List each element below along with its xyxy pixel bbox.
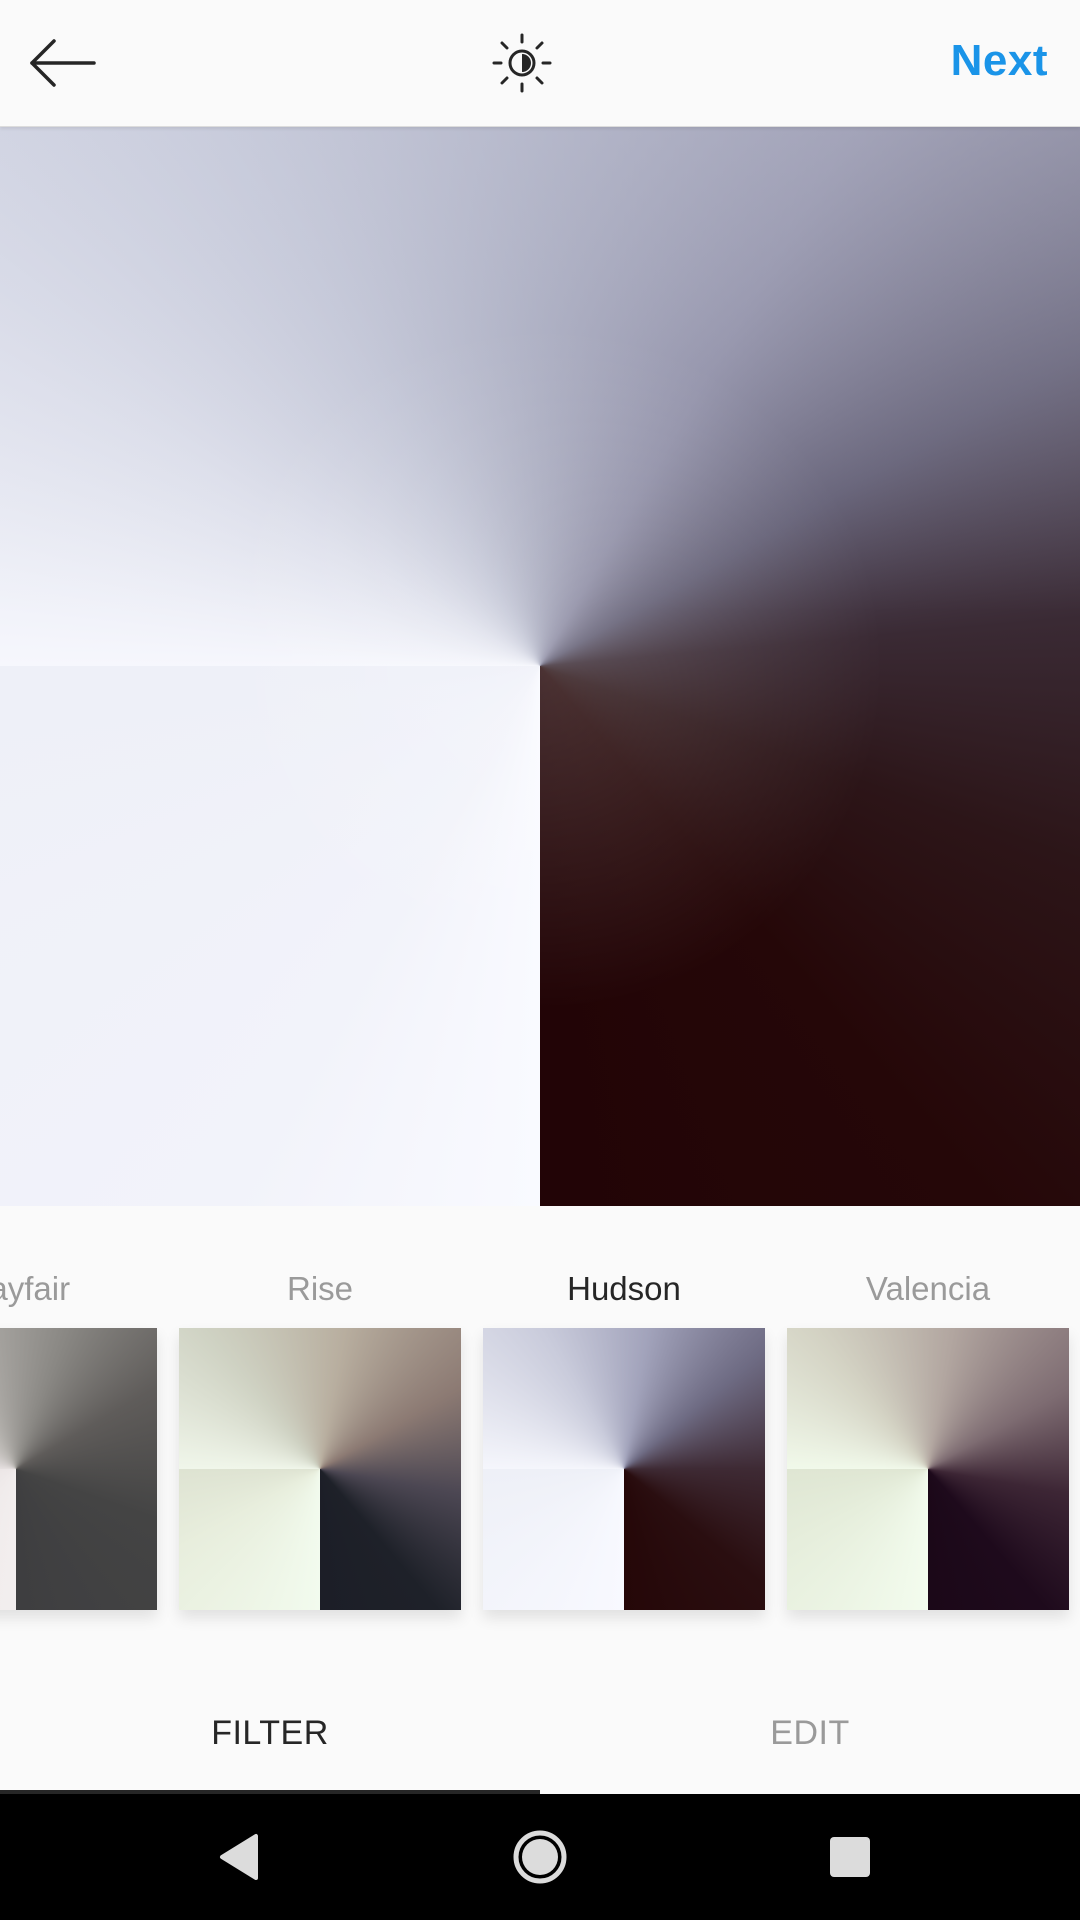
nav-recents-button[interactable] <box>815 1822 885 1892</box>
filter-thumbnail[interactable] <box>0 1328 157 1610</box>
nav-back-icon <box>220 1834 258 1880</box>
bottom-tabs: FILTER EDIT <box>0 1676 1080 1794</box>
filter-label: Hudson <box>567 1270 681 1307</box>
filter-item-mayfair[interactable]: Mayfair <box>0 1206 157 1626</box>
filter-thumbnail[interactable] <box>483 1328 765 1610</box>
photo-preview-shading <box>0 126 1080 1206</box>
next-button[interactable]: Next <box>951 36 1048 86</box>
nav-home-button[interactable] <box>505 1822 575 1892</box>
filter-label: Mayfair <box>0 1270 71 1307</box>
photo-preview <box>0 126 1080 1206</box>
nav-home-icon <box>513 1830 567 1884</box>
brightness-contrast-icon <box>492 33 552 93</box>
filter-thumbnail[interactable] <box>179 1328 461 1610</box>
filter-label: Rise <box>286 1270 354 1307</box>
tab-edit[interactable]: EDIT <box>540 1676 1080 1790</box>
back-button[interactable] <box>24 30 98 96</box>
filter-item-hudson[interactable]: Hudson <box>483 1206 765 1626</box>
top-bar: Next <box>0 0 1080 127</box>
filter-label: Valencia <box>865 1270 991 1307</box>
nav-back-button[interactable] <box>204 1822 274 1892</box>
tab-filter[interactable]: FILTER <box>0 1676 540 1790</box>
filter-strip[interactable]: Mayfair Rise Hudson Valencia <box>0 1206 1080 1636</box>
arrow-left-icon <box>30 39 96 87</box>
filter-item-rise[interactable]: Rise <box>179 1206 461 1626</box>
system-nav-bar <box>0 1794 1080 1920</box>
brightness-button[interactable] <box>488 32 556 94</box>
filter-thumbnail[interactable] <box>787 1328 1069 1610</box>
nav-recents-icon <box>830 1837 870 1877</box>
filter-item-valencia[interactable]: Valencia <box>787 1206 1069 1626</box>
